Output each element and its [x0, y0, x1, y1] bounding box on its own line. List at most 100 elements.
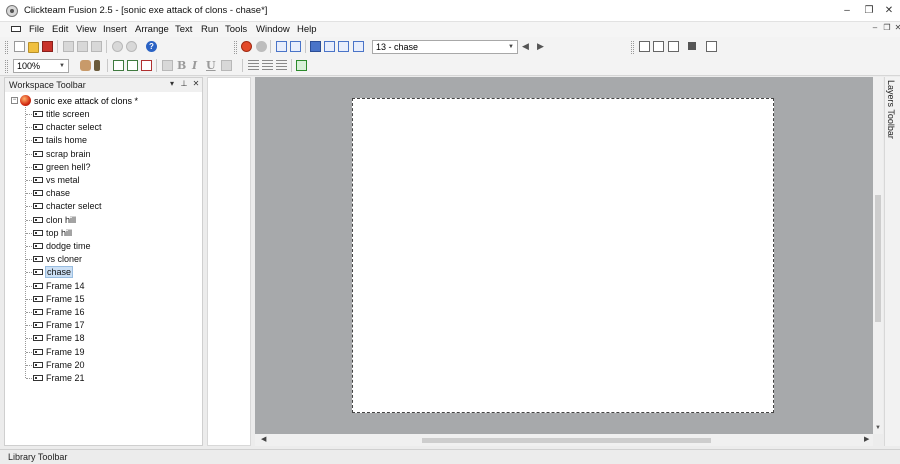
frame-tree-item[interactable]: chacter select [26, 200, 186, 212]
copy-icon[interactable] [77, 41, 88, 52]
library-toolbar-label[interactable]: Library Toolbar [8, 452, 67, 462]
horizontal-scroll-thumb[interactable] [422, 438, 711, 443]
close-icon[interactable]: ✕ [191, 79, 201, 88]
cut-icon[interactable] [63, 41, 74, 52]
frame-tree-item[interactable]: vs cloner [26, 253, 186, 265]
frame-tree-item[interactable]: vs metal [26, 174, 186, 186]
scroll-down-icon[interactable]: ▼ [873, 425, 883, 431]
frame-tree-item[interactable]: scrap brain [26, 148, 186, 160]
layout-icon[interactable] [653, 41, 664, 52]
library-toolbar[interactable] [0, 449, 900, 464]
frame-tree-item[interactable]: Frame 14 [26, 280, 186, 292]
menu-view[interactable]: View [76, 24, 96, 35]
next-frame-icon[interactable]: ▶ [537, 41, 544, 52]
menu-edit[interactable]: Edit [52, 24, 68, 35]
scroll-left-icon[interactable]: ◀ [261, 435, 266, 443]
frame-tree-item[interactable]: clon hill [26, 214, 186, 226]
open-folder-icon[interactable] [28, 42, 39, 53]
align-right-icon[interactable] [276, 60, 287, 71]
frame-canvas[interactable] [352, 98, 774, 413]
previous-frame-icon[interactable]: ◀ [522, 41, 529, 52]
toolbar-grip[interactable] [5, 60, 8, 73]
tree-connector [26, 259, 32, 260]
fit-to-window-icon[interactable] [296, 60, 307, 71]
toolbar-grip[interactable] [5, 41, 8, 54]
snap-icon[interactable] [141, 60, 152, 71]
frame-tree-item[interactable]: Frame 20 [26, 359, 186, 371]
align-center-icon[interactable] [262, 60, 273, 71]
frame-window-icon[interactable] [11, 26, 21, 32]
pin-icon[interactable]: ⊥ [179, 79, 189, 88]
menu-window[interactable]: Window [256, 24, 290, 35]
frame-label: vs metal [46, 175, 80, 185]
menu-run[interactable]: Run [201, 24, 218, 35]
brush-icon[interactable] [94, 60, 100, 71]
event-list-editor-icon[interactable] [324, 41, 335, 52]
menu-tools[interactable]: Tools [225, 24, 247, 35]
menu-insert[interactable]: Insert [103, 24, 127, 35]
frame-tree-item[interactable]: top hill [26, 227, 186, 239]
layout-icon[interactable] [668, 41, 679, 52]
close-button[interactable]: ✕ [880, 4, 898, 18]
redo-icon[interactable] [126, 41, 137, 52]
layout-icon[interactable] [639, 41, 650, 52]
frame-tree-item[interactable]: chase [26, 266, 186, 278]
zoom-dropdown[interactable]: 100% ▼ [13, 59, 69, 73]
stop-icon[interactable] [688, 42, 696, 50]
frame-tree-item[interactable]: chase [26, 187, 186, 199]
hand-icon[interactable] [80, 60, 91, 71]
panel-menu-icon[interactable]: ▾ [167, 79, 177, 88]
mdi-minimize-button[interactable]: – [870, 23, 880, 32]
back-icon[interactable] [241, 41, 252, 52]
grid-setup-icon[interactable] [127, 60, 138, 71]
underline-icon[interactable]: U [206, 59, 216, 72]
bold-icon[interactable]: B [177, 59, 186, 72]
frame-tree-item[interactable]: Frame 17 [26, 319, 186, 331]
font-icon[interactable] [221, 60, 232, 71]
frame-tree-item[interactable]: chacter select [26, 121, 186, 133]
italic-icon[interactable]: I [192, 59, 197, 72]
new-document-icon[interactable] [14, 41, 25, 52]
layers-toolbar-label[interactable]: Layers Toolbar [886, 80, 896, 139]
expression-editor-icon[interactable] [353, 41, 364, 52]
frame-icon[interactable] [706, 41, 717, 52]
menu-help[interactable]: Help [297, 24, 317, 35]
forward-icon[interactable] [256, 41, 267, 52]
save-icon[interactable] [42, 41, 53, 52]
frame-tree-item[interactable]: Frame 21 [26, 372, 186, 384]
data-elements-icon[interactable] [338, 41, 349, 52]
app-icon[interactable] [6, 5, 18, 17]
tree-collapse-icon[interactable]: − [11, 97, 18, 104]
menu-file[interactable]: File [29, 24, 44, 35]
toolbar-separator [156, 59, 157, 72]
vertical-scroll-thumb[interactable] [875, 195, 881, 322]
help-icon[interactable]: ? [146, 41, 157, 52]
menu-text[interactable]: Text [175, 24, 192, 35]
frame-tree-item[interactable]: tails home [26, 134, 186, 146]
undo-icon[interactable] [112, 41, 123, 52]
text-color-icon[interactable] [162, 60, 173, 71]
toolbar-grip[interactable] [234, 41, 237, 54]
frame-tree-item[interactable]: green hell? [26, 161, 186, 173]
mdi-restore-button[interactable]: ❐ [882, 23, 892, 32]
menu-arrange[interactable]: Arrange [135, 24, 169, 35]
align-left-icon[interactable] [248, 60, 259, 71]
event-editor-icon[interactable] [310, 41, 321, 52]
frame-tree-item[interactable]: dodge time [26, 240, 186, 252]
toolbar-grip[interactable] [631, 41, 634, 54]
scroll-right-icon[interactable]: ▶ [864, 435, 869, 443]
grid-icon[interactable] [113, 60, 124, 71]
frame-tree-item[interactable]: Frame 16 [26, 306, 186, 318]
paste-icon[interactable] [91, 41, 102, 52]
frame-selector-dropdown[interactable]: 13 - chase ▼ [372, 40, 518, 54]
frame-tree-item[interactable]: Frame 15 [26, 293, 186, 305]
frame-editor-icon[interactable] [290, 41, 301, 52]
frame-tree-item[interactable]: title screen [26, 108, 186, 120]
minimize-button[interactable]: – [838, 4, 856, 18]
storyboard-editor-icon[interactable] [276, 41, 287, 52]
mdi-close-button[interactable]: ✕ [893, 23, 900, 32]
application-tree-item[interactable]: sonic exe attack of clons * [34, 96, 138, 106]
frame-tree-item[interactable]: Frame 19 [26, 346, 186, 358]
restore-button[interactable]: ❐ [860, 4, 878, 18]
frame-tree-item[interactable]: Frame 18 [26, 332, 186, 344]
